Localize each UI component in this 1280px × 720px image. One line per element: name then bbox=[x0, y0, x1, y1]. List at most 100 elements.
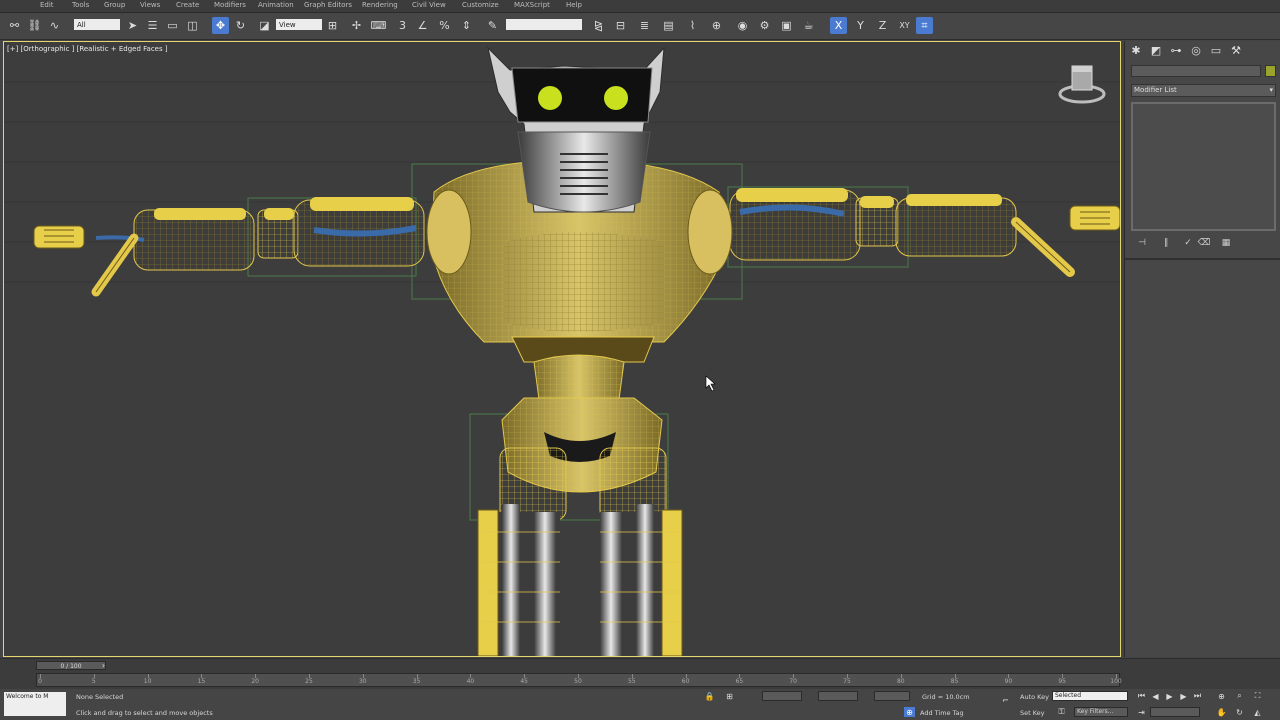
align-icon[interactable]: ⊟ bbox=[612, 17, 629, 34]
key-mode-icon[interactable]: ⌐ bbox=[1000, 695, 1011, 705]
object-name-field[interactable] bbox=[1131, 65, 1261, 77]
pin-stack-icon[interactable]: ⊣ bbox=[1135, 237, 1149, 249]
lock-selection-icon[interactable]: 🔒 bbox=[704, 691, 715, 701]
select-and-move-icon[interactable]: ✥ bbox=[212, 17, 229, 34]
x-coordinate-field[interactable] bbox=[762, 691, 802, 701]
motion-tab-icon[interactable]: ◎ bbox=[1189, 43, 1203, 57]
menu-group[interactable]: Group bbox=[104, 1, 125, 9]
timeline-tick-label: 10 bbox=[143, 678, 152, 685]
menu-customize[interactable]: Customize bbox=[462, 1, 499, 9]
render-setup-icon[interactable]: ⚙ bbox=[756, 17, 773, 34]
schematic-view-icon[interactable]: ⊕ bbox=[708, 17, 725, 34]
mirror-icon[interactable]: ⧎ bbox=[590, 17, 607, 34]
pan-icon[interactable]: ✋ bbox=[1216, 707, 1227, 717]
auto-key-button[interactable]: Auto Key bbox=[1020, 693, 1049, 701]
axis-xy-button[interactable]: XY bbox=[896, 17, 913, 34]
menu-tools[interactable]: Tools bbox=[72, 1, 89, 9]
curve-editor-icon[interactable]: ⌇ bbox=[684, 17, 701, 34]
utilities-tab-icon[interactable]: ⚒ bbox=[1229, 43, 1243, 57]
make-unique-icon[interactable]: ✓ bbox=[1181, 237, 1195, 249]
current-frame-field[interactable] bbox=[1150, 707, 1200, 717]
menu-civil-view[interactable]: Civil View bbox=[412, 1, 446, 9]
show-end-result-icon[interactable]: ∥ bbox=[1159, 237, 1173, 249]
menu-rendering[interactable]: Rendering bbox=[362, 1, 398, 9]
menu-graph-editors[interactable]: Graph Editors bbox=[304, 1, 352, 9]
select-and-rotate-icon[interactable]: ↻ bbox=[232, 17, 249, 34]
field-of-view-icon[interactable]: ◭ bbox=[1252, 707, 1263, 717]
rect-selection-icon[interactable]: ▭ bbox=[164, 17, 181, 34]
select-link-icon[interactable]: ⚯ bbox=[6, 17, 23, 34]
timeline-tick-label: 90 bbox=[1004, 678, 1013, 685]
previous-frame-icon[interactable]: ◀ bbox=[1150, 691, 1161, 701]
display-tab-icon[interactable]: ▭ bbox=[1209, 43, 1223, 57]
goto-start-icon[interactable]: ⏮ bbox=[1136, 691, 1147, 701]
track-bar[interactable]: 0 5 10 15 20 25 30 35 40 45 50 55 60 65 70 75 80 85 90 95 10… bbox=[36, 673, 1122, 687]
ref-coord-dropdown[interactable]: View bbox=[276, 19, 322, 30]
bind-space-warp-icon[interactable]: ∿ bbox=[46, 17, 63, 34]
slider-next-icon[interactable]: › bbox=[98, 660, 109, 670]
modifier-stack[interactable] bbox=[1131, 102, 1276, 231]
ribbon-icon[interactable]: ▤ bbox=[660, 17, 677, 34]
next-frame-icon[interactable]: ▶ bbox=[1178, 691, 1189, 701]
axis-y-button[interactable]: Y bbox=[852, 17, 869, 34]
rendered-frame-icon[interactable]: ▣ bbox=[778, 17, 795, 34]
time-tag-icon[interactable]: ⊕ bbox=[904, 707, 915, 717]
maximize-viewport-icon[interactable]: ⛶ bbox=[1252, 691, 1263, 701]
menu-views[interactable]: Views bbox=[140, 1, 160, 9]
snap-3d-icon[interactable]: 3 bbox=[394, 17, 411, 34]
key-mode-toggle-icon[interactable]: ⇥ bbox=[1136, 707, 1147, 717]
keyboard-shortcut-icon[interactable]: ⌨ bbox=[370, 17, 387, 34]
status-bar: Welcome to M None Selected Click and dra… bbox=[0, 689, 1280, 720]
select-object-icon[interactable]: ➤ bbox=[124, 17, 141, 34]
zoom-extents-icon[interactable]: ⊕ bbox=[1216, 691, 1227, 701]
play-icon[interactable]: ▶ bbox=[1164, 691, 1175, 701]
material-editor-icon[interactable]: ◉ bbox=[734, 17, 751, 34]
edit-named-selection-icon[interactable]: ✎ bbox=[484, 17, 501, 34]
axis-z-button[interactable]: Z bbox=[874, 17, 891, 34]
select-by-name-icon[interactable]: ☰ bbox=[144, 17, 161, 34]
key-selection-dropdown[interactable]: Selected bbox=[1052, 691, 1128, 701]
select-and-scale-icon[interactable]: ◪ bbox=[256, 17, 273, 34]
menu-modifiers[interactable]: Modifiers bbox=[214, 1, 246, 9]
time-slider[interactable]: 0 / 100 bbox=[36, 661, 106, 670]
z-coordinate-field[interactable] bbox=[874, 691, 910, 701]
pivot-center-icon[interactable]: ⊞ bbox=[324, 17, 341, 34]
orbit-icon[interactable]: ↻ bbox=[1234, 707, 1245, 717]
remove-modifier-icon[interactable]: ⌫ bbox=[1197, 237, 1211, 249]
goto-end-icon[interactable]: ⏭ bbox=[1192, 691, 1203, 701]
hierarchy-tab-icon[interactable]: ⊶ bbox=[1169, 43, 1183, 57]
zoom-icon[interactable]: ⌕ bbox=[1234, 691, 1245, 701]
spinner-snap-icon[interactable]: ⇕ bbox=[458, 17, 475, 34]
y-coordinate-field[interactable] bbox=[818, 691, 858, 701]
axis-constraint-icon[interactable]: ⌗ bbox=[916, 17, 933, 34]
absolute-mode-icon[interactable]: ⊞ bbox=[724, 691, 735, 701]
menu-animation[interactable]: Animation bbox=[258, 1, 294, 9]
create-tab-icon[interactable]: ✱ bbox=[1129, 43, 1143, 57]
object-color-swatch[interactable] bbox=[1265, 65, 1276, 77]
robot-model-wireframe[interactable] bbox=[4, 42, 1120, 656]
menu-help[interactable]: Help bbox=[566, 1, 582, 9]
viewcube-icon[interactable] bbox=[1056, 64, 1108, 104]
maxscript-listener[interactable]: Welcome to M bbox=[4, 692, 66, 716]
menu-maxscript[interactable]: MAXScript bbox=[514, 1, 550, 9]
menu-create[interactable]: Create bbox=[176, 1, 199, 9]
set-key-button[interactable]: Set Key bbox=[1020, 709, 1045, 717]
add-time-tag-button[interactable]: Add Time Tag bbox=[920, 709, 964, 717]
menu-edit[interactable]: Edit bbox=[40, 1, 54, 9]
configure-modifier-sets-icon[interactable]: ▦ bbox=[1219, 237, 1233, 249]
select-manipulate-icon[interactable]: ✢ bbox=[348, 17, 365, 34]
render-icon[interactable]: ☕ bbox=[800, 17, 817, 34]
named-selection-dropdown[interactable] bbox=[506, 19, 582, 30]
modifier-list-dropdown[interactable]: Modifier List ▾ bbox=[1131, 84, 1276, 97]
selection-filter-dropdown[interactable]: All bbox=[74, 19, 120, 30]
window-crossing-icon[interactable]: ◫ bbox=[184, 17, 201, 34]
modify-tab-icon[interactable]: ◩ bbox=[1149, 43, 1163, 57]
angle-snap-icon[interactable]: ∠ bbox=[414, 17, 431, 34]
axis-x-button[interactable]: X bbox=[830, 17, 847, 34]
key-filters-button[interactable]: Key Filters... bbox=[1074, 707, 1128, 717]
percent-snap-icon[interactable]: % bbox=[436, 17, 453, 34]
layer-manager-icon[interactable]: ≣ bbox=[636, 17, 653, 34]
perspective-viewport[interactable]: [+] [Orthographic ] [Realistic + Edged F… bbox=[3, 41, 1121, 657]
set-key-icon[interactable]: ⚿ bbox=[1056, 707, 1067, 717]
unlink-icon[interactable]: ⛓ bbox=[26, 17, 43, 34]
